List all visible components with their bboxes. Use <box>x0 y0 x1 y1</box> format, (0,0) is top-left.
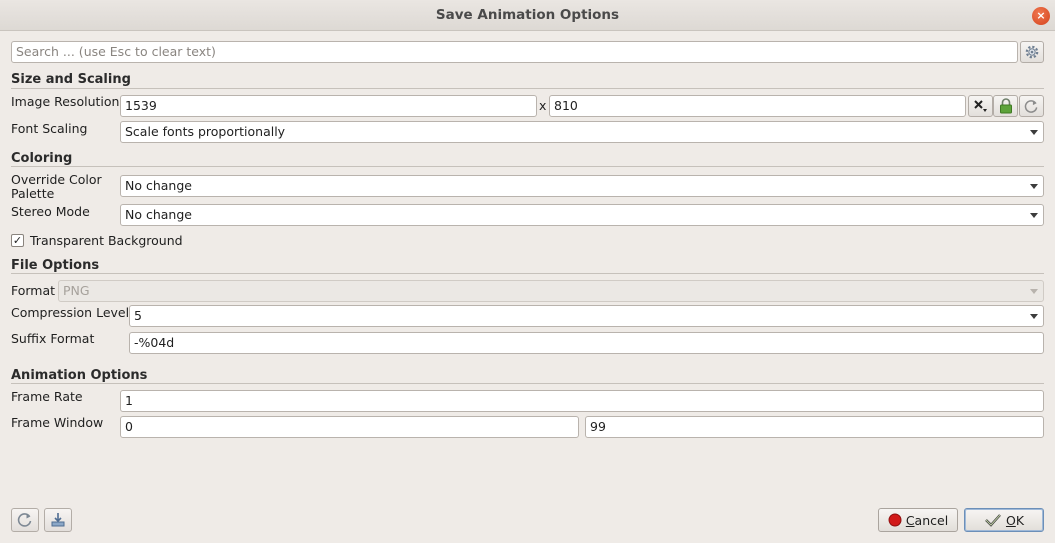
transparent-background-label[interactable]: Transparent Background <box>30 234 183 248</box>
save-defaults-button[interactable] <box>44 508 72 532</box>
stop-icon <box>888 513 902 527</box>
frame-window-end-input[interactable]: 99 <box>585 416 1044 438</box>
format-value: PNG <box>63 283 90 298</box>
chevron-down-icon <box>1030 289 1038 294</box>
resolution-x-separator: x <box>539 98 547 113</box>
stereo-mode-select[interactable]: No change <box>120 204 1044 226</box>
gear-icon <box>1025 45 1039 59</box>
search-input[interactable]: Search ... (use Esc to clear text) <box>11 41 1018 63</box>
settings-button[interactable] <box>1020 41 1044 63</box>
reset-icon <box>1024 99 1038 113</box>
font-scaling-select[interactable]: Scale fonts proportionally <box>120 121 1044 143</box>
chevron-down-icon <box>1030 130 1038 135</box>
close-menu-icon <box>973 100 987 112</box>
divider <box>11 383 1044 384</box>
section-file-options: File Options <box>11 258 100 273</box>
resolution-preset-button[interactable] <box>968 95 993 117</box>
override-palette-label-line1: Override Color <box>11 172 102 187</box>
compression-level-label: Compression Level <box>11 305 130 320</box>
checkmark-icon <box>985 514 1001 527</box>
chevron-down-icon <box>1030 184 1038 189</box>
override-palette-label-line2: Palette <box>11 186 55 201</box>
format-select: PNG <box>58 280 1044 302</box>
divider <box>11 166 1044 167</box>
frame-window-start-input[interactable]: 0 <box>120 416 579 438</box>
section-animation-options: Animation Options <box>11 368 148 383</box>
suffix-format-input[interactable]: -%04d <box>129 332 1044 354</box>
suffix-format-label: Suffix Format <box>11 331 95 346</box>
divider <box>11 273 1044 274</box>
frame-rate-label: Frame Rate <box>11 389 83 404</box>
divider <box>11 88 1044 89</box>
checkmark-icon: ✓ <box>12 234 23 247</box>
section-coloring: Coloring <box>11 151 73 166</box>
search-placeholder: Search ... (use Esc to clear text) <box>16 44 216 59</box>
font-scaling-label: Font Scaling <box>11 121 88 136</box>
override-palette-select[interactable]: No change <box>120 175 1044 197</box>
lock-icon <box>999 98 1012 114</box>
frame-window-label: Frame Window <box>11 415 104 430</box>
resolution-width-input[interactable]: 1539 <box>120 95 537 117</box>
resolution-height-input[interactable]: 810 <box>549 95 966 117</box>
ok-button[interactable]: OK <box>964 508 1044 532</box>
chevron-down-icon <box>1030 213 1038 218</box>
stereo-mode-value: No change <box>125 207 192 222</box>
restore-defaults-button[interactable] <box>11 508 39 532</box>
close-button[interactable]: × <box>1032 7 1050 25</box>
close-icon: × <box>1036 9 1046 22</box>
format-label: Format <box>11 283 56 298</box>
chevron-down-icon <box>1030 314 1038 319</box>
compression-level-value: 5 <box>134 308 142 323</box>
title-bar: Save Animation Options <box>0 0 1055 31</box>
compression-level-select[interactable]: 5 <box>129 305 1044 327</box>
cancel-button-label: Cancel <box>905 512 949 528</box>
font-scaling-value: Scale fonts proportionally <box>125 124 286 139</box>
stereo-mode-label: Stereo Mode <box>11 204 90 219</box>
transparent-background-checkbox[interactable]: ✓ <box>11 234 24 247</box>
reset-resolution-button[interactable] <box>1019 95 1044 117</box>
save-icon <box>51 513 65 527</box>
ok-button-label: OK <box>1005 512 1025 528</box>
override-palette-value: No change <box>125 178 192 193</box>
section-size-scaling: Size and Scaling <box>11 72 131 87</box>
lock-aspect-button[interactable] <box>993 95 1018 117</box>
reset-icon <box>17 513 32 527</box>
frame-rate-input[interactable]: 1 <box>120 390 1044 412</box>
window-title: Save Animation Options <box>435 7 620 23</box>
image-resolution-label: Image Resolution <box>11 94 120 109</box>
cancel-button[interactable]: Cancel <box>878 508 958 532</box>
